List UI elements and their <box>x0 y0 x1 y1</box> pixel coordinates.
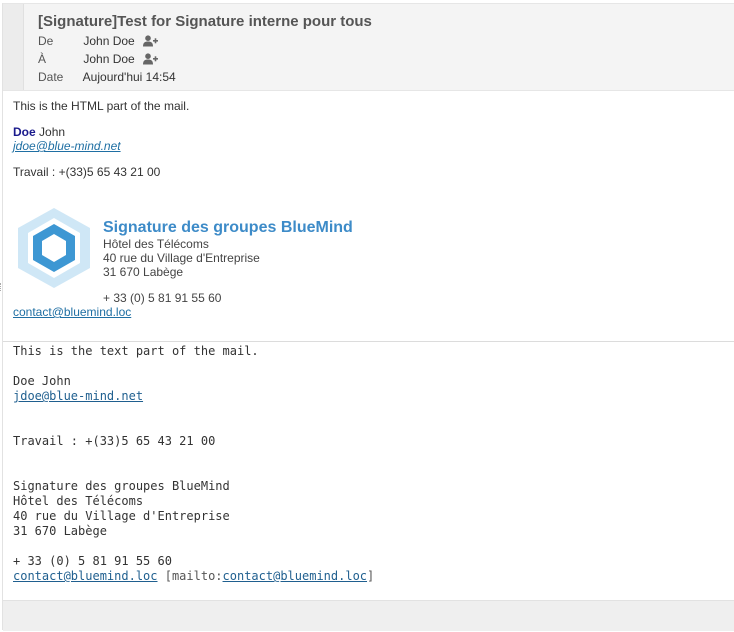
part-separator <box>3 341 734 342</box>
date-row: Date Aujourd'hui 14:54 <box>38 70 176 84</box>
signature-phone: + 33 (0) 5 81 91 55 60 <box>103 291 222 305</box>
text-org: Hôtel des Télécoms <box>13 494 144 508</box>
text-contact-row: contact@bluemind.loc [mailto:contact@blu… <box>13 569 374 583</box>
signature-contact-row: contact@bluemind.loc <box>13 305 131 319</box>
text-street: 40 rue du Village d'Entreprise <box>13 509 230 523</box>
text-email-row: jdoe@blue-mind.net <box>13 389 143 403</box>
text-phone: + 33 (0) 5 81 91 55 60 <box>13 554 172 568</box>
add-contact-icon[interactable] <box>143 53 159 68</box>
text-contact-link[interactable]: contact@bluemind.loc <box>13 569 158 583</box>
html-email-link[interactable]: jdoe@blue-mind.net <box>13 139 121 153</box>
to-value[interactable]: John Doe <box>83 52 134 66</box>
text-name: Doe John <box>13 374 71 388</box>
signature-org: Hôtel des Télécoms <box>103 237 209 251</box>
from-value[interactable]: John Doe <box>83 34 134 48</box>
text-mailto-link[interactable]: contact@bluemind.loc <box>223 569 368 583</box>
signature-city: 31 670 Labège <box>103 265 184 279</box>
message-view: [Signature]Test for Signature interne po… <box>2 3 734 631</box>
message-subject: [Signature]Test for Signature interne po… <box>38 13 372 30</box>
message-footer <box>3 600 734 631</box>
to-label: À <box>38 52 47 66</box>
html-email-row: jdoe@blue-mind.net <box>13 139 121 153</box>
from-label: De <box>38 34 54 48</box>
bluemind-logo <box>18 208 90 288</box>
date-value: Aujourd'hui 14:54 <box>82 70 176 84</box>
to-row: À John Doe <box>38 52 159 68</box>
signature-street: 40 rue du Village d'Entreprise <box>103 251 260 265</box>
message-header: [Signature]Test for Signature interne po… <box>3 3 734 91</box>
from-row: De John Doe <box>38 34 159 50</box>
html-name: Doe John <box>13 125 65 139</box>
html-work-phone: Travail : +(33)5 65 43 21 00 <box>13 165 161 179</box>
header-strip <box>3 4 24 90</box>
signature-contact-link[interactable]: contact@bluemind.loc <box>13 305 131 319</box>
text-city: 31 670 Labège <box>13 524 107 538</box>
date-label: Date <box>38 70 64 84</box>
text-work-phone: Travail : +(33)5 65 43 21 00 <box>13 434 216 448</box>
text-sig-title: Signature des groupes BlueMind <box>13 479 230 493</box>
html-name-last: Doe <box>13 125 36 139</box>
signature-title: Signature des groupes BlueMind <box>103 219 353 236</box>
add-contact-icon[interactable] <box>143 35 159 50</box>
html-intro: This is the HTML part of the mail. <box>13 99 190 113</box>
text-mailto-prefix: [mailto: <box>157 569 223 583</box>
resize-handle[interactable] <box>0 283 3 291</box>
text-email-link[interactable]: jdoe@blue-mind.net <box>13 389 143 403</box>
text-intro: This is the text part of the mail. <box>13 344 259 358</box>
html-name-first: John <box>39 125 66 139</box>
text-mailto-suffix: ] <box>367 569 375 583</box>
